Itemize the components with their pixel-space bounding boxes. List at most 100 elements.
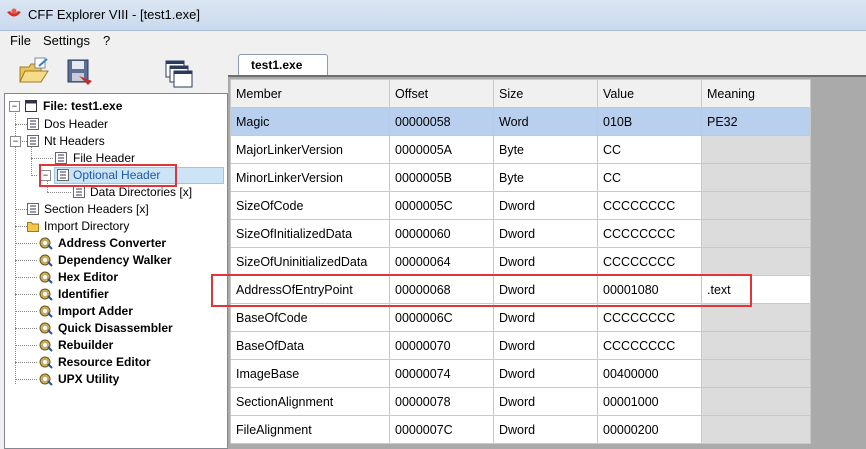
menu-bar: File Settings ? bbox=[0, 31, 866, 50]
save-icon[interactable] bbox=[62, 55, 96, 89]
cell-member: Magic bbox=[230, 107, 390, 136]
column-header-member[interactable]: Member bbox=[230, 79, 390, 108]
cell-member: BaseOfCode bbox=[230, 303, 390, 332]
tree-item-identifier[interactable]: Identifier bbox=[39, 286, 219, 303]
cell-meaning bbox=[701, 303, 811, 332]
tree-item-upx-utility[interactable]: UPX Utility bbox=[39, 371, 219, 388]
collapse-icon[interactable]: − bbox=[10, 136, 21, 147]
cell-member: SizeOfCode bbox=[230, 191, 390, 220]
cell-member: MinorLinkerVersion bbox=[230, 163, 390, 192]
tree-item-quick-disassembler[interactable]: Quick Disassembler bbox=[39, 320, 219, 337]
tree-item-resource-editor[interactable]: Resource Editor bbox=[39, 354, 219, 371]
cell-size: Dword bbox=[493, 387, 598, 416]
list-icon bbox=[73, 186, 85, 198]
cell-value[interactable]: CCCCCCCC bbox=[597, 303, 702, 332]
list-icon bbox=[27, 118, 39, 130]
cell-size: Byte bbox=[493, 163, 598, 192]
list-icon bbox=[27, 135, 39, 147]
cell-offset: 00000070 bbox=[389, 331, 494, 360]
cell-member: SizeOfInitializedData bbox=[230, 219, 390, 248]
cell-member: SizeOfUninitializedData bbox=[230, 247, 390, 276]
cell-size: Dword bbox=[493, 247, 598, 276]
table-row[interactable]: SizeOfUninitializedData 00000064 Dword CCCC… bbox=[230, 247, 811, 276]
tree-item-address-converter[interactable]: Address Converter bbox=[39, 235, 219, 252]
tool-icon bbox=[39, 305, 53, 318]
cell-offset: 0000005A bbox=[389, 135, 494, 164]
table-header-row: Member Offset Size Value Meaning bbox=[230, 79, 811, 108]
tree-item-nt-headers[interactable]: − Nt Headers bbox=[9, 133, 189, 150]
open-file-icon[interactable] bbox=[17, 55, 51, 89]
cell-offset: 00000078 bbox=[389, 387, 494, 416]
optional-header-table: Member Offset Size Value Meaning Magic 00… bbox=[230, 79, 811, 444]
column-header-size[interactable]: Size bbox=[493, 79, 598, 108]
app-icon bbox=[7, 8, 21, 17]
table-row[interactable]: SizeOfCode 0000005C Dword CCCCCCCC bbox=[230, 191, 811, 220]
title-bar: CFF Explorer VIII - [test1.exe] bbox=[0, 0, 866, 31]
cell-value[interactable]: CC bbox=[597, 135, 702, 164]
menu-file[interactable]: File bbox=[10, 33, 31, 48]
cell-value[interactable]: CCCCCCCC bbox=[597, 191, 702, 220]
cell-meaning bbox=[701, 219, 811, 248]
highlight-box-optional-header bbox=[39, 164, 177, 187]
table-row[interactable]: ImageBase 00000074 Dword 00400000 bbox=[230, 359, 811, 388]
file-icon bbox=[25, 100, 37, 112]
file-tree: − File: test1.exe Dos Header − Nt Header… bbox=[4, 93, 228, 449]
tool-icon bbox=[39, 237, 53, 250]
cell-meaning bbox=[701, 387, 811, 416]
tree-item-dependency-walker[interactable]: Dependency Walker bbox=[39, 252, 219, 269]
cell-value[interactable]: CCCCCCCC bbox=[597, 331, 702, 360]
tool-icon bbox=[39, 271, 53, 284]
table-row[interactable]: Magic 00000058 Word 010B PE32 bbox=[230, 107, 811, 136]
cell-meaning bbox=[701, 163, 811, 192]
tree-root-file[interactable]: − File: test1.exe bbox=[9, 98, 209, 115]
table-row[interactable]: MinorLinkerVersion 0000005B Byte CC bbox=[230, 163, 811, 192]
cell-value[interactable]: 00400000 bbox=[597, 359, 702, 388]
table-row[interactable]: SectionAlignment 00000078 Dword 00001000 bbox=[230, 387, 811, 416]
tree-item-hex-editor[interactable]: Hex Editor bbox=[39, 269, 219, 286]
column-header-value[interactable]: Value bbox=[597, 79, 702, 108]
toolbar bbox=[0, 51, 230, 91]
menu-help[interactable]: ? bbox=[103, 33, 110, 48]
tool-icon bbox=[39, 339, 53, 352]
cell-member: SectionAlignment bbox=[230, 387, 390, 416]
menu-settings[interactable]: Settings bbox=[43, 33, 90, 48]
tool-icon bbox=[39, 254, 53, 267]
cell-value[interactable]: 010B bbox=[597, 107, 702, 136]
table-row[interactable]: SizeOfInitializedData 00000060 Dword CCCCCC… bbox=[230, 219, 811, 248]
cell-member: ImageBase bbox=[230, 359, 390, 388]
tree-item-dos-header[interactable]: Dos Header bbox=[27, 116, 207, 133]
cell-value[interactable]: CC bbox=[597, 163, 702, 192]
table-row[interactable]: MajorLinkerVersion 0000005A Byte CC bbox=[230, 135, 811, 164]
table-row[interactable]: BaseOfData 00000070 Dword CCCCCCCC bbox=[230, 331, 811, 360]
table-row[interactable]: FileAlignment 0000007C Dword 00000200 bbox=[230, 415, 811, 444]
column-header-meaning[interactable]: Meaning bbox=[701, 79, 811, 108]
tool-icon bbox=[39, 288, 53, 301]
cell-offset: 0000005B bbox=[389, 163, 494, 192]
cell-meaning bbox=[701, 359, 811, 388]
tree-item-rebuilder[interactable]: Rebuilder bbox=[39, 337, 219, 354]
collapse-icon[interactable]: − bbox=[9, 101, 20, 112]
tab-test1-exe[interactable]: test1.exe bbox=[238, 54, 328, 77]
cell-value[interactable]: 00000200 bbox=[597, 415, 702, 444]
cell-meaning: PE32 bbox=[701, 107, 811, 136]
cell-member: MajorLinkerVersion bbox=[230, 135, 390, 164]
cell-offset: 0000005C bbox=[389, 191, 494, 220]
tool-icon bbox=[39, 356, 53, 369]
cell-value[interactable]: 00001000 bbox=[597, 387, 702, 416]
windows-icon[interactable] bbox=[162, 57, 196, 91]
cell-size: Dword bbox=[493, 303, 598, 332]
tool-icon bbox=[39, 322, 53, 335]
column-header-offset[interactable]: Offset bbox=[389, 79, 494, 108]
tree-item-section-headers[interactable]: Section Headers [x] bbox=[27, 201, 207, 218]
tree-item-import-adder[interactable]: Import Adder bbox=[39, 303, 219, 320]
tree-item-import-directory[interactable]: Import Directory bbox=[27, 218, 207, 235]
cell-member: FileAlignment bbox=[230, 415, 390, 444]
table-row[interactable]: BaseOfCode 0000006C Dword CCCCCCCC bbox=[230, 303, 811, 332]
cell-value[interactable]: CCCCCCCC bbox=[597, 219, 702, 248]
data-grid-area: Member Offset Size Value Meaning Magic 00… bbox=[211, 75, 866, 449]
cell-meaning bbox=[701, 191, 811, 220]
tab-strip: test1.exe bbox=[228, 51, 866, 77]
cell-value[interactable]: CCCCCCCC bbox=[597, 247, 702, 276]
window-title: CFF Explorer VIII - [test1.exe] bbox=[28, 7, 200, 22]
cell-offset: 00000074 bbox=[389, 359, 494, 388]
